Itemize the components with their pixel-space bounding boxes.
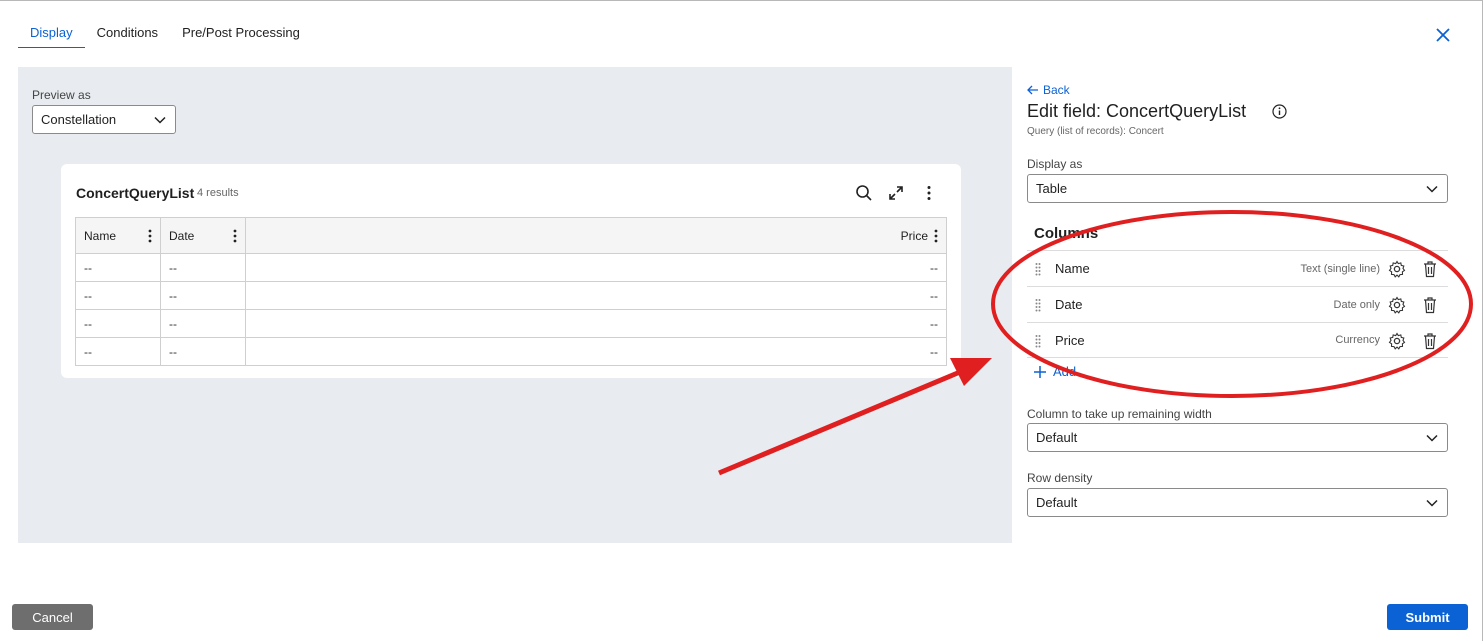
add-column-button[interactable]: Add [1033,364,1076,379]
gear-icon[interactable] [1388,260,1406,278]
column-header-label: Name [84,228,117,243]
column-header-label: Date [169,228,195,243]
table-cell: -- [160,253,246,282]
panel-title: Edit field: ConcertQueryList [1027,101,1247,121]
display-as-select[interactable]: Table [1027,174,1448,203]
column-name: Date [1055,297,1083,312]
column-type: Currency [1335,334,1380,346]
column-menu-icon[interactable] [148,229,152,243]
gear-icon[interactable] [1388,296,1406,314]
trash-icon[interactable] [1422,332,1438,350]
panel-subtitle: Query (list of records): Concert [1027,126,1164,137]
add-column-label: Add [1053,364,1077,379]
list-card: ConcertQueryList 4 results Name Date Pri… [61,164,961,378]
tab-conditions[interactable]: Conditions [85,22,170,48]
table-cell: -- [160,281,246,310]
column-row-date: Date Date only [1027,286,1448,322]
table-cell: -- [75,253,161,282]
column-header-name[interactable]: Name [75,217,161,254]
remaining-width-label: Column to take up remaining width [1027,407,1212,421]
chevron-down-icon [1426,499,1438,507]
chevron-down-icon [154,116,166,124]
table-row: -- -- -- [75,309,947,338]
submit-button[interactable]: Submit [1387,604,1468,630]
trash-icon[interactable] [1422,260,1438,278]
columns-heading: Columns [1034,225,1099,242]
search-icon[interactable] [855,184,873,202]
column-header-price[interactable]: Price [245,217,947,254]
chevron-down-icon [1426,434,1438,442]
plus-icon [1034,365,1046,378]
table-row: -- -- -- [75,253,947,282]
table-cell: -- [245,281,947,310]
column-menu-icon[interactable] [233,229,237,243]
preview-area: Preview as Constellation ConcertQueryLis… [18,67,1012,543]
tab-bar: Display Conditions Pre/Post Processing [18,22,312,48]
row-density-value: Default [1036,495,1078,510]
column-type: Date only [1333,298,1380,311]
preview-as-label: Preview as [32,88,91,102]
gear-icon[interactable] [1388,332,1406,350]
remaining-width-select[interactable]: Default [1027,423,1448,452]
column-name: Price [1055,332,1085,348]
trash-icon[interactable] [1422,296,1438,314]
table-cell: -- [245,253,947,282]
remaining-width-value: Default [1036,430,1078,445]
preview-as-select[interactable]: Constellation [32,105,176,134]
column-header-date[interactable]: Date [160,217,246,254]
back-link[interactable]: Back [1027,83,1070,97]
column-name: Name [1055,261,1090,276]
display-as-label: Display as [1027,157,1083,171]
row-density-label: Row density [1027,471,1093,485]
arrow-left-icon [1027,85,1038,95]
table-row: -- -- -- [75,281,947,310]
preview-table: Name Date Price -- -- -- -- -- -- -- -- … [75,217,947,366]
table-cell: -- [75,309,161,338]
preview-as-value: Constellation [41,112,117,127]
cancel-button[interactable]: Cancel [12,604,93,630]
column-menu-icon[interactable] [934,229,938,243]
table-cell: -- [160,337,246,366]
info-icon[interactable] [1272,104,1287,119]
column-type: Text (single line) [1300,262,1380,275]
table-cell: -- [75,337,161,366]
tab-display[interactable]: Display [18,22,85,48]
drag-handle-icon[interactable] [1035,262,1041,276]
more-vertical-icon[interactable] [920,184,938,202]
table-header-row: Name Date Price [75,217,947,254]
display-as-value: Table [1036,181,1068,196]
tab-pre-post-processing[interactable]: Pre/Post Processing [170,22,312,48]
chevron-down-icon [1426,185,1438,193]
column-row-price: Price Currency [1027,322,1448,358]
table-row: -- -- -- [75,337,947,366]
back-label: Back [1043,83,1070,97]
edit-field-panel: Back Edit field: ConcertQueryList Query … [1027,0,1448,560]
table-cell: -- [245,337,947,366]
result-count: 4 results [197,187,239,199]
row-density-select[interactable]: Default [1027,488,1448,517]
table-cell: -- [160,309,246,338]
table-cell: -- [245,309,947,338]
card-title: ConcertQueryList [76,185,195,201]
drag-handle-icon[interactable] [1035,334,1041,348]
table-cell: -- [75,281,161,310]
column-row-name: Name Text (single line) [1027,250,1448,286]
expand-icon[interactable] [887,184,905,202]
drag-handle-icon[interactable] [1035,298,1041,312]
column-header-label: Price [900,228,928,243]
